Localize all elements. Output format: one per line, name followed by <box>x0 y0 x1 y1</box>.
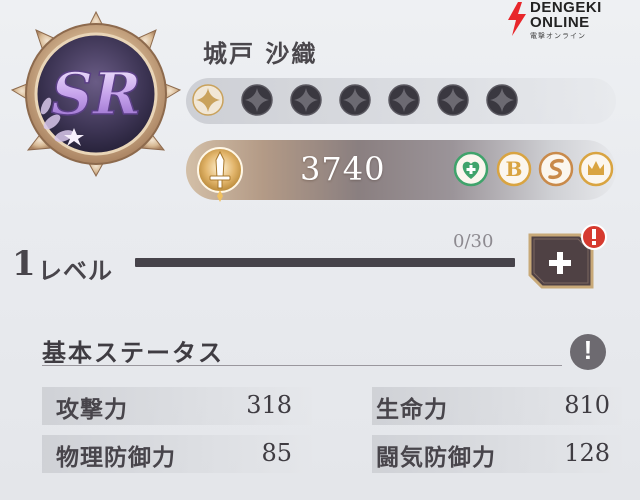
star-filled-icon <box>192 84 224 116</box>
exp-progress-track <box>135 258 515 267</box>
lightning-bolt-icon <box>508 2 526 36</box>
level-label: レベル <box>38 257 113 285</box>
rarity-label: SR <box>51 60 141 128</box>
rarity-sr-medallion: SR <box>10 10 182 178</box>
dengeki-online-watermark: DENGEKI ONLINE 電撃オンライン <box>506 0 636 40</box>
watermark-line2: ONLINE <box>530 14 590 31</box>
badge-label: B <box>506 157 523 181</box>
star-rank-bar <box>186 78 616 124</box>
star-empty-icon <box>339 84 371 116</box>
alert-badge-icon <box>581 224 607 250</box>
stat-value-left: 318 <box>246 391 292 419</box>
B-class-icon[interactable]: B <box>496 151 532 187</box>
basic-status-title: 基本ステータス <box>42 339 224 367</box>
star-empty-icon <box>241 84 273 116</box>
character-name: 城戸 沙織 <box>203 39 318 68</box>
star-empty-icon <box>486 84 518 116</box>
stat-label-right: 闘気防御力 <box>376 445 496 471</box>
heal-cross-icon[interactable] <box>453 151 489 187</box>
info-button[interactable]: ! <box>570 334 606 370</box>
watermark-line3: 電撃オンライン <box>530 32 586 40</box>
stat-label-right: 生命力 <box>376 397 448 423</box>
stat-value-left: 85 <box>261 439 292 467</box>
level-up-frame <box>528 224 607 289</box>
level-up-button[interactable] <box>520 223 612 299</box>
exp-progress-text: 0/30 <box>453 231 494 252</box>
section-divider <box>42 365 562 366</box>
swirl-element-icon[interactable] <box>538 151 574 187</box>
stat-value-right: 128 <box>564 439 610 467</box>
level-number: 1 <box>12 244 36 284</box>
star-empty-icon <box>290 84 322 116</box>
crown-faction-icon[interactable] <box>578 151 614 187</box>
stat-label-left: 攻撃力 <box>56 397 128 423</box>
combat-power-value: 3740 <box>300 150 386 188</box>
star-empty-icon <box>437 84 469 116</box>
sword-emblem-icon <box>197 147 243 202</box>
exclamation-icon: ! <box>583 335 593 365</box>
stat-label-left: 物理防御力 <box>56 445 176 471</box>
star-empty-icon <box>388 84 420 116</box>
stat-value-right: 810 <box>564 391 610 419</box>
